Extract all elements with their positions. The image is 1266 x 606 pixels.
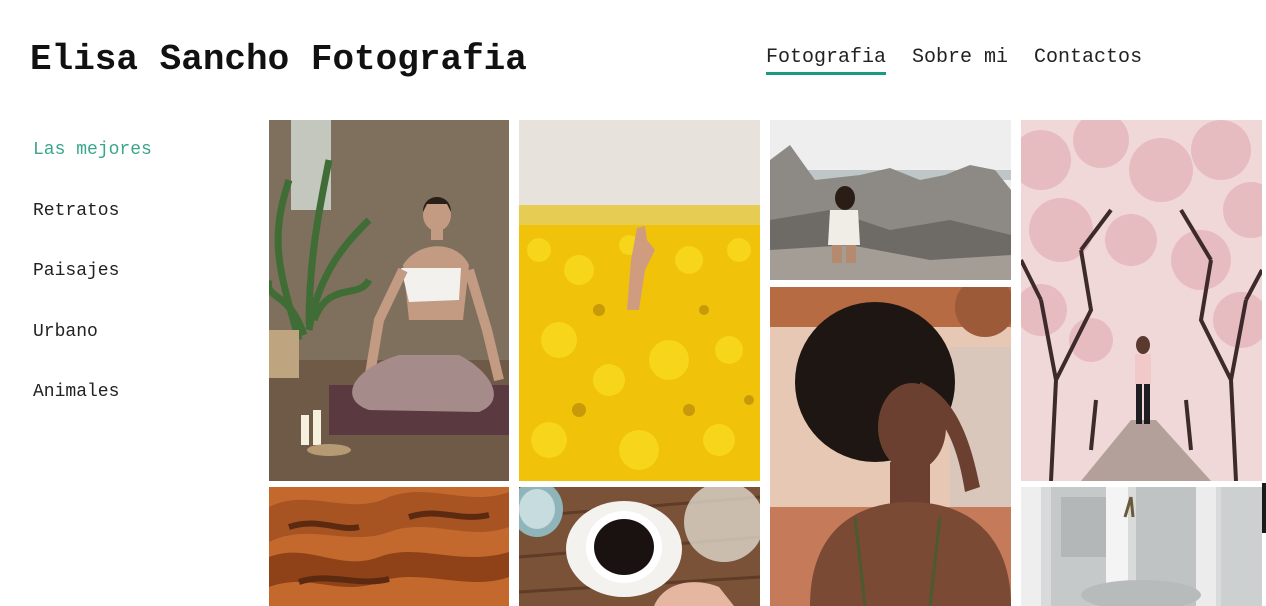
photo-cherry-blossoms-image (1021, 120, 1262, 481)
photo-yellow-flowers[interactable] (519, 120, 760, 481)
photo-desert-dunes[interactable] (269, 487, 509, 606)
photo-cherry-blossoms[interactable] (1021, 120, 1262, 481)
photo-portrait-image (770, 287, 1011, 606)
photo-yellow-flowers-image (519, 120, 760, 481)
photo-window-image (1021, 487, 1262, 606)
photo-yoga-image (269, 120, 509, 481)
photo-yoga[interactable] (269, 120, 509, 481)
photo-portrait[interactable] (770, 287, 1011, 606)
photo-coffee[interactable] (519, 487, 760, 606)
photo-rocky-coast[interactable] (770, 120, 1011, 280)
photo-coffee-image (519, 487, 760, 606)
scroll-edge-marker (1262, 483, 1266, 533)
photo-window[interactable] (1021, 487, 1262, 606)
photo-gallery (0, 0, 1266, 606)
photo-desert-dunes-image (269, 487, 509, 606)
photo-rocky-coast-image (770, 120, 1011, 280)
